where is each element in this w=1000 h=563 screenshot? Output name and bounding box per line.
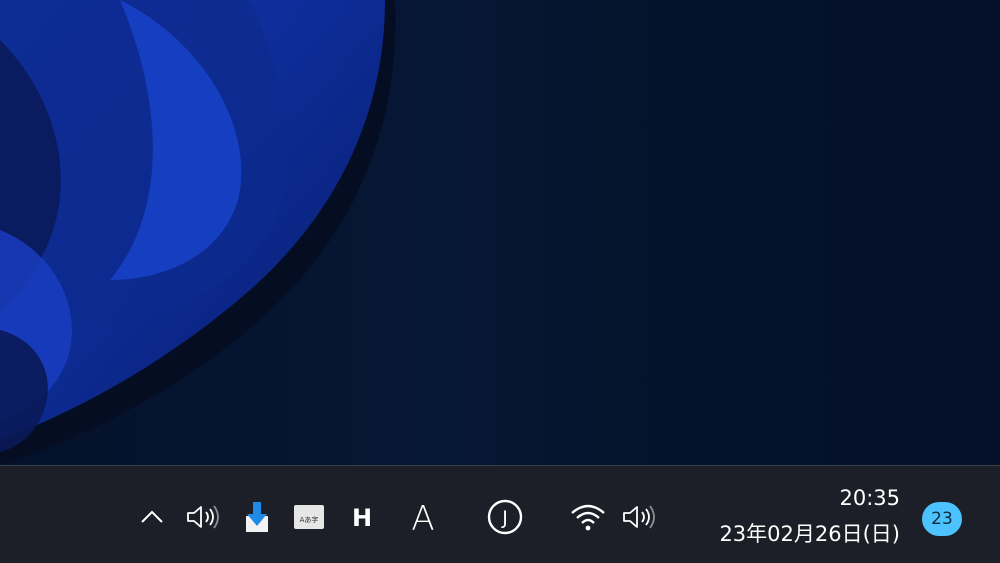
svg-text:A: A [411,499,434,535]
clock-date: 23年02月26日(日) [719,522,900,546]
ime-keyboard-icon[interactable]: Aあ字 [290,500,328,534]
notification-badge[interactable]: 23 [922,502,962,536]
svg-text:J: J [501,507,508,529]
circle-j-icon[interactable]: J [486,499,524,535]
taskbar: Aあ字 H A J 20:35 23年02月26日(日) 23 [0,465,1000,563]
chevron-up-icon[interactable] [133,500,171,534]
svg-text:Aあ字: Aあ字 [300,515,319,524]
clock-time: 20:35 [839,486,900,510]
ime-mode-icon[interactable]: A [404,499,442,535]
desktop-wallpaper [0,0,1000,465]
svg-text:H: H [352,504,372,532]
h-app-icon[interactable]: H [343,500,381,534]
download-icon[interactable] [238,500,276,534]
wallpaper-bloom-graphic [0,0,396,465]
volume-icon[interactable] [620,500,658,534]
wifi-icon[interactable] [569,500,607,534]
speaker-icon[interactable] [184,500,222,534]
